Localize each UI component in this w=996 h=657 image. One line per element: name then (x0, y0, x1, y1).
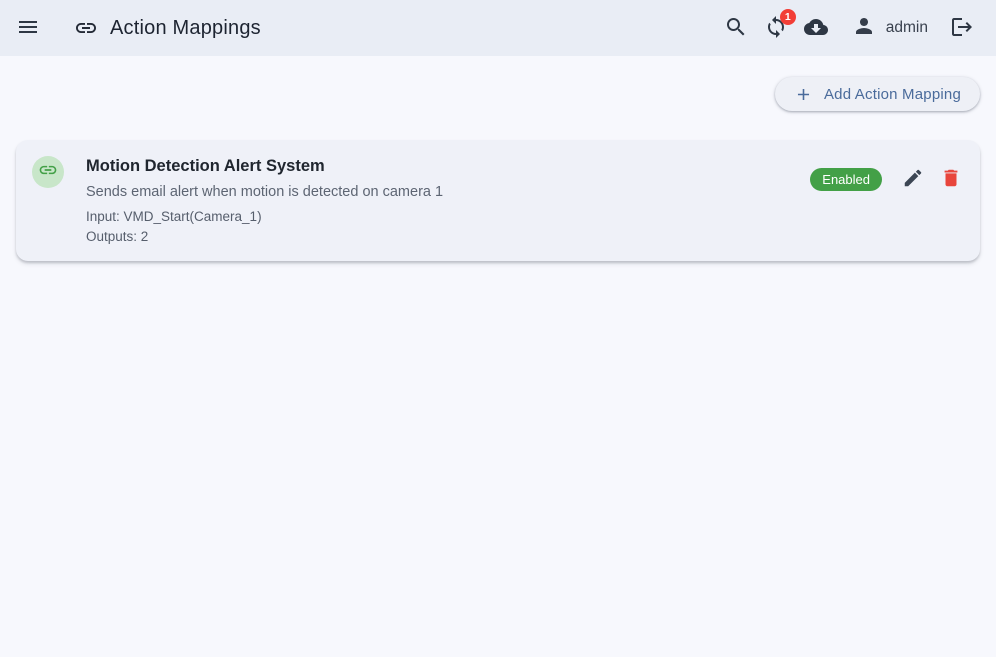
edit-button[interactable] (894, 160, 932, 198)
main-content: Add Action Mapping Motion Detection Aler… (0, 56, 996, 261)
link-icon (74, 16, 98, 40)
search-icon (724, 15, 748, 42)
notification-badge: 1 (780, 9, 796, 25)
page-title: Action Mappings (110, 17, 261, 40)
person-icon (852, 14, 876, 43)
action-mapping-card: Motion Detection Alert System Sends emai… (16, 140, 980, 261)
plus-icon (794, 85, 813, 104)
cloud-download-button[interactable] (796, 8, 836, 48)
trash-icon (940, 167, 962, 192)
avatar (32, 156, 64, 188)
search-button[interactable] (716, 8, 756, 48)
pencil-icon (902, 167, 924, 192)
link-icon (38, 160, 58, 185)
status-badge[interactable]: Enabled (810, 168, 882, 191)
logout-icon (950, 15, 974, 42)
cloud-download-icon (804, 15, 828, 42)
sync-button[interactable]: 1 (756, 8, 796, 48)
hamburger-icon (16, 15, 40, 42)
menu-button[interactable] (8, 8, 48, 48)
mapping-description: Sends email alert when motion is detecte… (86, 182, 810, 202)
card-actions: Enabled (810, 160, 970, 198)
card-body: Motion Detection Alert System Sends emai… (86, 153, 810, 247)
delete-button[interactable] (932, 160, 970, 198)
add-button-label: Add Action Mapping (824, 86, 961, 103)
username: admin (886, 19, 928, 37)
title-group: Action Mappings (74, 16, 261, 40)
add-action-mapping-button[interactable]: Add Action Mapping (775, 77, 980, 111)
mapping-input: Input: VMD_Start(Camera_1) (86, 207, 810, 227)
app-bar: Action Mappings 1 admin (0, 0, 996, 56)
user-menu[interactable]: admin (852, 14, 928, 43)
mapping-outputs: Outputs: 2 (86, 227, 810, 247)
toolbar: Add Action Mapping (16, 77, 980, 111)
logout-button[interactable] (942, 8, 982, 48)
mapping-title: Motion Detection Alert System (86, 155, 810, 177)
